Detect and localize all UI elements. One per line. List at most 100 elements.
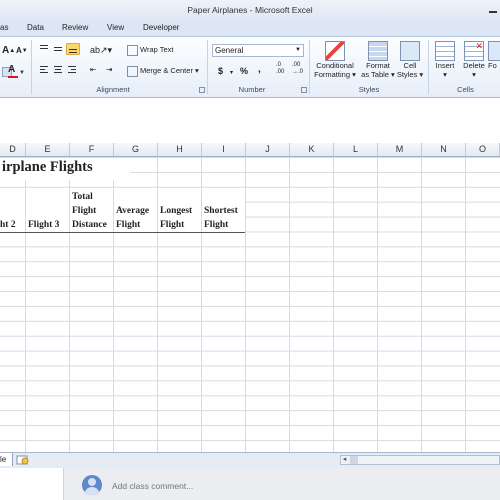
grid-column-line bbox=[333, 157, 334, 452]
header-cell-shortest-flight[interactable]: Shortest Flight bbox=[204, 204, 238, 232]
grid-column-line bbox=[377, 157, 378, 452]
scroll-left-arrow-icon[interactable]: ◂ bbox=[340, 455, 349, 465]
window-title: Paper Airplanes - Microsoft Excel bbox=[187, 5, 313, 15]
percent-button[interactable]: % bbox=[240, 65, 248, 77]
insert-sheet-icon[interactable] bbox=[16, 455, 30, 465]
align-left-icon[interactable] bbox=[38, 65, 50, 75]
increase-indent-icon[interactable]: ⇥ bbox=[106, 64, 112, 76]
grid-column-line bbox=[25, 188, 26, 232]
align-center-icon[interactable] bbox=[52, 65, 64, 75]
tab-developer[interactable]: Developer bbox=[143, 22, 179, 34]
tab-view[interactable]: View bbox=[107, 22, 124, 34]
decrease-indent-icon[interactable]: ⇤ bbox=[90, 64, 96, 76]
column-header-l[interactable]: L bbox=[334, 143, 378, 156]
increase-decimal-button[interactable]: .0 .00 bbox=[276, 62, 284, 75]
chevron-down-icon[interactable]: ▼ bbox=[19, 70, 25, 76]
chevron-down-icon: ▾ bbox=[472, 70, 476, 79]
format-as-table-label-line2: as Table ▾ bbox=[361, 70, 395, 79]
tab-review[interactable]: Review bbox=[62, 22, 88, 34]
column-header-j[interactable]: J bbox=[246, 143, 290, 156]
column-header-d[interactable]: D bbox=[0, 143, 26, 156]
header-text: Flight bbox=[204, 220, 229, 230]
column-header-n[interactable]: N bbox=[422, 143, 466, 156]
wrap-text-icon bbox=[127, 44, 138, 56]
column-header-g[interactable]: G bbox=[114, 143, 158, 156]
conditional-formatting-label-line2: Formatting ▾ bbox=[314, 70, 356, 79]
sheet-tab[interactable]: le bbox=[0, 453, 13, 466]
header-cell-average-flight[interactable]: Average Flight bbox=[116, 204, 149, 232]
number-format-select[interactable]: General ▼ bbox=[212, 44, 304, 57]
grid-column-line bbox=[465, 157, 466, 452]
header-cell-flight-3[interactable]: Flight 3 bbox=[28, 218, 59, 232]
header-text: ht 2 bbox=[0, 220, 16, 230]
wrap-text-button[interactable]: Wrap Text bbox=[127, 44, 174, 56]
header-text: Distance bbox=[72, 220, 107, 230]
tab-formulas[interactable]: as bbox=[0, 22, 8, 34]
delete-icon: ✕ bbox=[464, 41, 484, 61]
column-header-k[interactable]: K bbox=[290, 143, 334, 156]
number-launcher-icon[interactable] bbox=[301, 87, 307, 93]
format-cells-button[interactable]: Fo bbox=[488, 41, 500, 70]
shrink-font-button[interactable]: A▼ bbox=[16, 45, 28, 57]
scrollbar-thumb[interactable] bbox=[350, 456, 358, 464]
tab-data[interactable]: Data bbox=[27, 22, 44, 34]
column-header-h[interactable]: H bbox=[158, 143, 202, 156]
column-header-f[interactable]: F bbox=[70, 143, 114, 156]
merge-center-icon bbox=[127, 65, 138, 77]
header-text: Flight bbox=[72, 206, 97, 216]
format-as-table-label-line1: Format bbox=[366, 61, 390, 70]
decrease-decimal-button[interactable]: .00 →.0 bbox=[292, 62, 303, 75]
cell-styles-label-line1: Cell bbox=[403, 61, 417, 70]
column-header-o[interactable]: O bbox=[466, 143, 500, 156]
header-text: Longest bbox=[160, 206, 193, 216]
horizontal-scrollbar[interactable] bbox=[340, 455, 500, 465]
cells-group-label: Cells bbox=[457, 85, 474, 94]
align-bottom-icon[interactable] bbox=[66, 43, 80, 55]
conditional-formatting-icon bbox=[325, 41, 345, 61]
group-divider bbox=[31, 40, 32, 94]
grid-column-line bbox=[245, 157, 246, 452]
insert-label: Insert bbox=[435, 61, 455, 70]
format-as-table-button[interactable]: Format as Table ▾ bbox=[360, 41, 396, 79]
header-cell-total-flight-distance[interactable]: Total Flight Distance bbox=[72, 190, 107, 232]
grid-column-line bbox=[157, 188, 158, 232]
grid-column-line bbox=[113, 188, 114, 232]
conditional-formatting-button[interactable]: Conditional Formatting ▾ bbox=[312, 41, 358, 79]
cell-styles-label-line2: Styles ▾ bbox=[396, 70, 424, 79]
orientation-icon[interactable]: ab↗▾ bbox=[90, 44, 112, 56]
comment-input[interactable] bbox=[112, 479, 492, 493]
number-format-value: General bbox=[215, 46, 244, 55]
align-right-icon[interactable] bbox=[66, 65, 78, 75]
format-label: Fo bbox=[488, 61, 497, 70]
header-text: Flight bbox=[116, 220, 141, 230]
align-middle-icon[interactable] bbox=[52, 43, 64, 53]
grid-column-line bbox=[421, 157, 422, 452]
grow-font-button[interactable]: A▲ bbox=[2, 45, 15, 57]
currency-button[interactable]: $ bbox=[218, 65, 223, 77]
header-cell-flight-2[interactable]: ht 2 bbox=[0, 218, 16, 232]
minimize-icon[interactable] bbox=[486, 3, 500, 15]
insert-icon bbox=[435, 41, 455, 61]
formula-bar-area bbox=[0, 98, 500, 143]
delete-cells-button[interactable]: ✕ Delete ▾ bbox=[460, 41, 488, 79]
header-text: Total bbox=[72, 192, 93, 202]
column-header-i[interactable]: I bbox=[202, 143, 246, 156]
table-icon bbox=[368, 41, 388, 61]
chevron-down-icon[interactable]: ▾ bbox=[230, 67, 233, 79]
cell-styles-button[interactable]: Cell Styles ▾ bbox=[396, 41, 424, 79]
merge-center-button[interactable]: Merge & Center ▾ bbox=[127, 65, 199, 77]
column-header-m[interactable]: M bbox=[378, 143, 422, 156]
comma-style-button[interactable]: , bbox=[258, 64, 261, 76]
header-bottom-border bbox=[0, 232, 245, 233]
header-cell-longest-flight[interactable]: Longest Flight bbox=[160, 204, 192, 232]
align-top-icon[interactable] bbox=[38, 43, 50, 53]
chevron-down-icon: ▼ bbox=[295, 47, 301, 53]
font-color-swatch bbox=[8, 76, 18, 78]
header-text: Flight 3 bbox=[28, 220, 60, 230]
insert-cells-button[interactable]: Insert ▾ bbox=[431, 41, 459, 79]
column-header-e[interactable]: E bbox=[26, 143, 70, 156]
alignment-launcher-icon[interactable] bbox=[199, 87, 205, 93]
font-color-button[interactable]: A bbox=[8, 64, 15, 76]
header-text: Flight bbox=[160, 220, 185, 230]
header-text: Average bbox=[116, 206, 150, 216]
